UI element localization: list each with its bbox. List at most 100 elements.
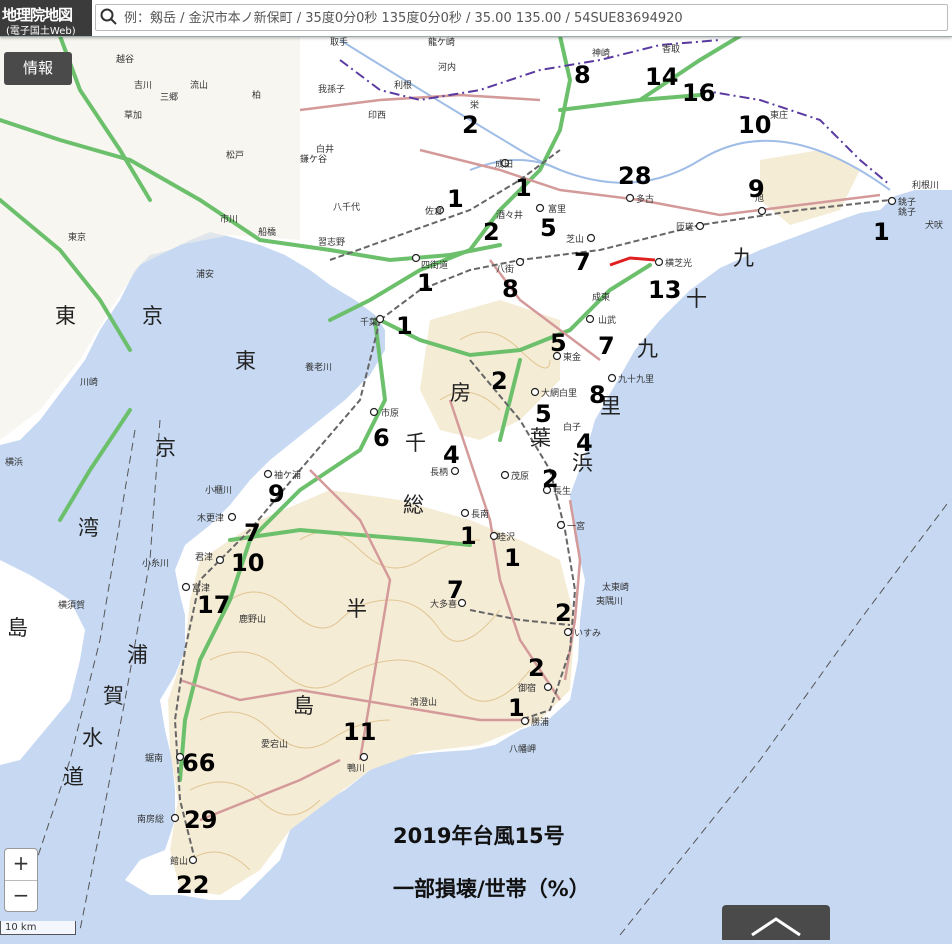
zoom-out-button[interactable]: − (5, 881, 37, 912)
place-name[interactable]: 横須賀 (58, 599, 85, 611)
place-name[interactable]: 犬吠 (925, 219, 943, 231)
damage-value: 1 (396, 312, 413, 340)
info-button[interactable]: 情報 (4, 52, 72, 85)
place-name[interactable]: 流山 (190, 79, 208, 91)
place-name[interactable]: 大網白里 (541, 387, 577, 399)
place-name[interactable]: 茂原 (511, 470, 529, 482)
place-name[interactable]: 南房総 (137, 813, 164, 825)
search-icon[interactable] (100, 8, 118, 26)
damage-value: 1 (447, 185, 464, 213)
damage-value: 8 (589, 381, 606, 409)
place-name[interactable]: 銚子 (898, 206, 916, 218)
place-name[interactable]: 愛宕山 (261, 738, 288, 750)
place-name[interactable]: 清澄山 (410, 696, 437, 708)
place-name[interactable]: 船橋 (258, 226, 276, 238)
damage-value: 10 (231, 549, 264, 577)
place-name[interactable]: 東京 (68, 231, 86, 243)
damage-value: 9 (268, 480, 285, 508)
place-name[interactable]: 長南 (471, 508, 489, 520)
place-name[interactable]: 一宮 (567, 520, 585, 532)
place-name[interactable]: 千葉 (360, 316, 378, 328)
damage-value: 10 (738, 111, 771, 139)
place-name[interactable]: 越谷 (116, 53, 134, 65)
place-name[interactable]: 木更津 (197, 512, 224, 524)
place-name[interactable]: 香取 (662, 44, 680, 55)
place-name[interactable]: 多古 (636, 193, 654, 205)
map-canvas[interactable]: 成田 富里 多古 匝瑳 旭 銚子 八街 芝山 横芝光 山武 東金 大網白里 九十… (0, 0, 952, 940)
damage-value: 2 (528, 654, 545, 682)
region-label: 東 (55, 304, 76, 328)
place-name[interactable]: 夷隅川 (596, 595, 623, 607)
place-name[interactable]: 三郷 (160, 92, 178, 103)
damage-value: 7 (244, 519, 261, 547)
bottom-panel-toggle[interactable] (722, 905, 830, 940)
place-name[interactable]: 川崎 (80, 376, 98, 388)
place-name[interactable]: 栄 (470, 99, 479, 111)
scale-bar: 10 km (0, 921, 76, 935)
place-name[interactable]: 白井 (316, 143, 334, 155)
place-name[interactable]: 佐倉 (425, 205, 443, 217)
place-name[interactable]: 河内 (438, 61, 456, 73)
damage-value: 1 (873, 218, 890, 246)
place-name[interactable]: 太東崎 (602, 581, 629, 593)
place-name[interactable]: 養老川 (305, 361, 332, 373)
damage-value: 2 (542, 465, 559, 493)
place-name[interactable]: 九十九里 (618, 373, 654, 385)
place-name[interactable]: いすみ (574, 628, 601, 639)
place-name[interactable]: 小櫃川 (205, 484, 232, 496)
region-label: 十 (686, 287, 707, 311)
place-name[interactable]: 鋸南 (145, 752, 163, 764)
place-name[interactable]: 館山 (170, 855, 188, 867)
place-name[interactable]: 睦沢 (497, 531, 515, 543)
place-name[interactable]: 御宿 (518, 682, 536, 694)
damage-value: 17 (197, 591, 230, 619)
place-name[interactable]: 龍ケ崎 (428, 36, 455, 48)
region-label: 湾 (78, 516, 99, 540)
place-name[interactable]: 成東 (592, 291, 610, 303)
place-name[interactable]: 市川 (220, 213, 238, 225)
place-name[interactable]: 我孫子 (318, 83, 345, 95)
place-name[interactable]: 芝山 (566, 233, 584, 245)
place-name[interactable]: 印西 (368, 109, 386, 121)
place-name[interactable]: 利根川 (912, 179, 939, 191)
place-name[interactable]: 銚子 (898, 196, 916, 208)
place-name[interactable]: 八千代 (333, 202, 360, 213)
zoom-in-button[interactable]: + (5, 849, 37, 881)
place-name[interactable]: 酒々井 (496, 209, 523, 221)
place-name[interactable]: 山武 (598, 314, 616, 326)
place-name[interactable]: 鴨川 (347, 762, 365, 774)
place-name[interactable]: 匝瑳 (676, 221, 694, 233)
place-name[interactable]: 勝浦 (531, 716, 549, 728)
search-box[interactable] (95, 4, 948, 31)
damage-value: 4 (576, 429, 593, 457)
place-name[interactable]: 小糸川 (142, 557, 169, 569)
search-input[interactable] (122, 6, 946, 30)
damage-value: 5 (540, 214, 557, 242)
place-name[interactable]: 習志野 (318, 236, 345, 248)
place-name[interactable]: 東庄 (770, 109, 788, 121)
place-name[interactable]: 八街 (496, 263, 514, 275)
place-name[interactable]: 横芝光 (665, 257, 692, 269)
damage-value: 29 (184, 806, 217, 834)
zoom-control: + − (4, 848, 38, 912)
place-name[interactable]: 市原 (381, 407, 399, 419)
place-name[interactable]: 柏 (252, 89, 261, 101)
place-name[interactable]: 浦安 (196, 268, 214, 280)
place-name[interactable]: 神崎 (592, 47, 610, 59)
app-logo[interactable]: 地理院地図 (電子国土Web) (0, 0, 92, 37)
place-name[interactable]: 鹿野山 (239, 613, 266, 625)
region-label: 葉 (530, 426, 551, 450)
damage-value: 7 (447, 576, 464, 604)
place-name[interactable]: 吉川 (134, 80, 152, 91)
place-name[interactable]: 横浜 (5, 456, 23, 468)
place-name[interactable]: 君津 (195, 552, 213, 563)
region-label: 京 (142, 304, 163, 328)
place-name[interactable]: 取手 (330, 36, 348, 48)
damage-value: 1 (504, 544, 521, 572)
place-name[interactable]: 八幡岬 (509, 743, 536, 755)
place-name[interactable]: 成田 (495, 158, 513, 170)
place-name[interactable]: 草加 (124, 109, 142, 121)
place-name[interactable]: 松戸 (226, 149, 244, 161)
damage-value: 14 (645, 63, 678, 91)
place-name[interactable]: 利根 (394, 79, 412, 91)
